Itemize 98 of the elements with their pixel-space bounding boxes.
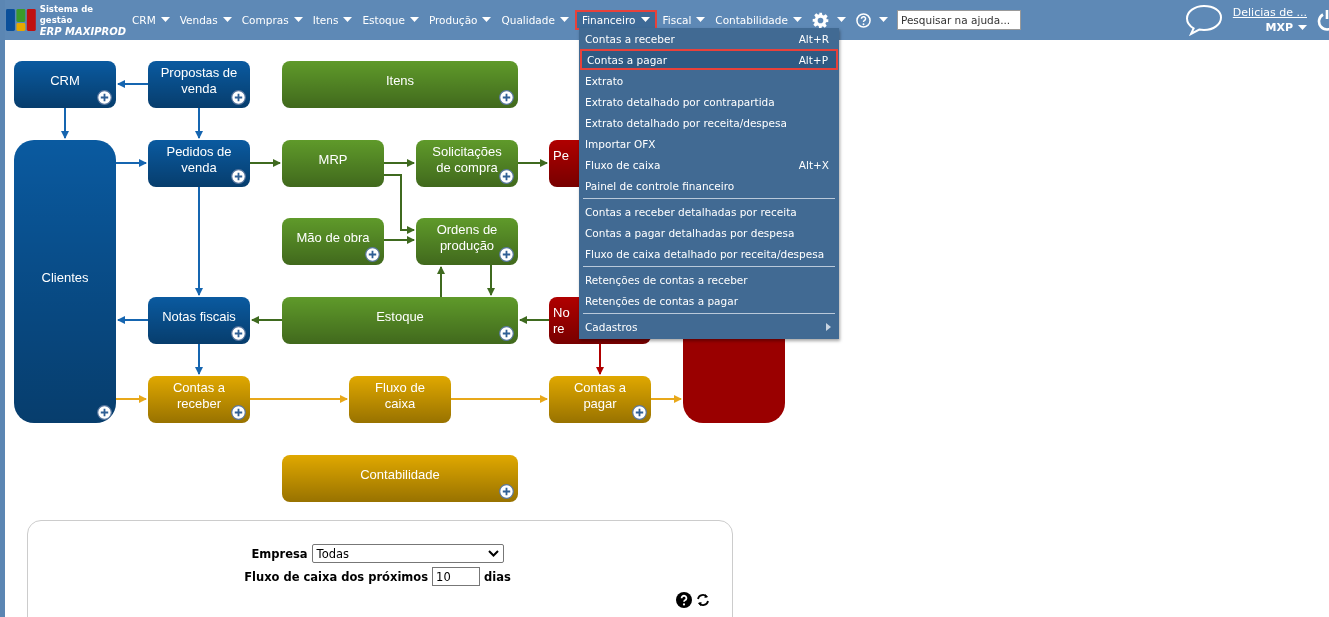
nav-menu[interactable]: Produção [424, 10, 496, 30]
nav-menu[interactable]: Itens [308, 10, 357, 30]
nav-menu[interactable]: Fiscal [658, 10, 710, 30]
menu-item[interactable]: Extrato detalhado por contrapartida [579, 91, 839, 112]
days-field[interactable]: 10 [432, 567, 481, 586]
connector-arrow [487, 264, 495, 296]
connector-arrow [117, 80, 149, 88]
caret-icon [222, 17, 232, 23]
settings-icon[interactable] [811, 11, 829, 29]
chevron-icon [487, 550, 499, 557]
search-field[interactable]: Pesquisar na ajuda... [896, 10, 1021, 30]
connector-arrow [517, 159, 548, 167]
menu-item[interactable]: Contas a receber Alt+R [579, 28, 839, 49]
add-icon[interactable] [231, 90, 246, 105]
diagram-node[interactable]: Ordens de produção [416, 218, 518, 265]
connector-arrow [437, 266, 445, 298]
connector-arrow [383, 174, 415, 234]
nav-menu[interactable]: Qualidade [497, 10, 573, 30]
caret-icon [1298, 24, 1307, 31]
menu-item[interactable]: Retenções de contas a pagar [579, 290, 839, 311]
menu-item[interactable]: Importar OFX [579, 133, 839, 154]
caret-icon[interactable] [836, 17, 846, 23]
add-icon[interactable] [499, 326, 514, 341]
connector-arrow [519, 316, 550, 324]
add-icon[interactable] [632, 405, 647, 420]
logo-subtitle: Sistema de gestão [39, 3, 95, 26]
menu-item[interactable]: Retenções de contas a receber [579, 269, 839, 290]
diagram-node[interactable]: MRP [282, 140, 384, 187]
connector-arrow [383, 236, 415, 244]
connector-arrow [383, 159, 415, 167]
menu-item[interactable]: Fluxo de caixa detalhado por receita/despesa [579, 243, 839, 264]
help-icon[interactable] [676, 592, 692, 608]
logo-icon [6, 8, 36, 32]
caret-icon [409, 17, 419, 23]
logo-title: ERP MAXIPROD [39, 25, 128, 37]
add-icon[interactable] [499, 90, 514, 105]
field-label: Fluxo de caixa dos próximos [244, 569, 429, 584]
caret-icon[interactable] [878, 17, 888, 23]
menu-item[interactable]: Cadastros [579, 316, 839, 337]
connector-arrow [117, 316, 149, 324]
caret-icon [293, 17, 303, 23]
caret-icon [559, 17, 569, 23]
menu-item[interactable]: Contas a pagar Alt+P [580, 49, 838, 70]
caret-icon [792, 17, 802, 23]
refresh-icon[interactable] [696, 593, 710, 607]
connector-arrow [195, 107, 203, 139]
connector-arrow [61, 107, 69, 139]
nav-menu[interactable]: Financeiro [574, 10, 657, 30]
add-icon[interactable] [231, 326, 246, 341]
caret-icon [343, 17, 353, 23]
diagram-node[interactable]: Estoque [282, 297, 518, 344]
field-label: Empresa [251, 546, 308, 561]
nav-menu[interactable]: Compras [237, 10, 307, 30]
connector-arrow [195, 343, 203, 375]
menu-item[interactable]: Extrato detalhado por receita/despesa [579, 112, 839, 133]
nav-menu[interactable]: CRM [128, 10, 174, 30]
diagram-node[interactable]: Contas a pagar [549, 376, 651, 423]
diagram-node[interactable]: Mão de obra [282, 218, 384, 265]
menu-item[interactable]: Contas a pagar detalhadas por despesa [579, 222, 839, 243]
company-select[interactable]: Todas [311, 544, 504, 563]
connector-arrow [251, 316, 283, 324]
connector-arrow [650, 395, 682, 403]
diagram-node[interactable]: Itens [282, 61, 518, 108]
add-icon[interactable] [231, 169, 246, 184]
diagram-node[interactable]: Fluxo de caixa [349, 376, 451, 423]
add-icon[interactable] [97, 405, 112, 420]
diagram-node[interactable]: Propostas de venda [148, 61, 250, 108]
menu-item[interactable]: Contas a receber detalhadas por receita [579, 201, 839, 222]
add-icon[interactable] [499, 169, 514, 184]
connector-arrow [115, 395, 147, 403]
diagram-node[interactable]: Contabilidade [282, 455, 518, 502]
company-link[interactable]: Delicias de ... [1232, 6, 1307, 19]
diagram-node[interactable]: Notas fiscais [148, 297, 250, 344]
add-icon[interactable] [231, 405, 246, 420]
add-icon[interactable] [365, 247, 380, 262]
chat-bubble-icon[interactable] [1184, 4, 1223, 36]
diagram-node[interactable]: Pedidos de venda [148, 140, 250, 187]
menu-item[interactable]: Fluxo de caixa Alt+X [579, 154, 839, 175]
caret-icon [160, 17, 170, 23]
diagram-node[interactable]: Solicitações de compra [416, 140, 518, 187]
nav-menu[interactable]: Vendas [175, 10, 236, 30]
menu-item[interactable]: Extrato [579, 70, 839, 91]
caret-icon [696, 17, 706, 23]
diagram-node[interactable]: Clientes [14, 140, 116, 423]
connector-arrow [115, 159, 147, 167]
add-icon[interactable] [499, 484, 514, 499]
menu-item[interactable]: Painel de controle financeiro [579, 175, 839, 196]
user-menu[interactable]: MXP [1265, 21, 1307, 34]
caret-icon [482, 17, 492, 23]
add-icon[interactable] [499, 247, 514, 262]
nav-menu[interactable]: Contabilidade [711, 10, 806, 30]
connector-arrow [249, 159, 281, 167]
add-icon[interactable] [97, 90, 112, 105]
diagram-node[interactable]: Contas a receber [148, 376, 250, 423]
nav-menu[interactable]: Estoque [358, 10, 423, 30]
unit-label: dias [484, 569, 511, 584]
diagram-node[interactable]: CRM [14, 61, 116, 108]
caret-icon [640, 17, 650, 23]
